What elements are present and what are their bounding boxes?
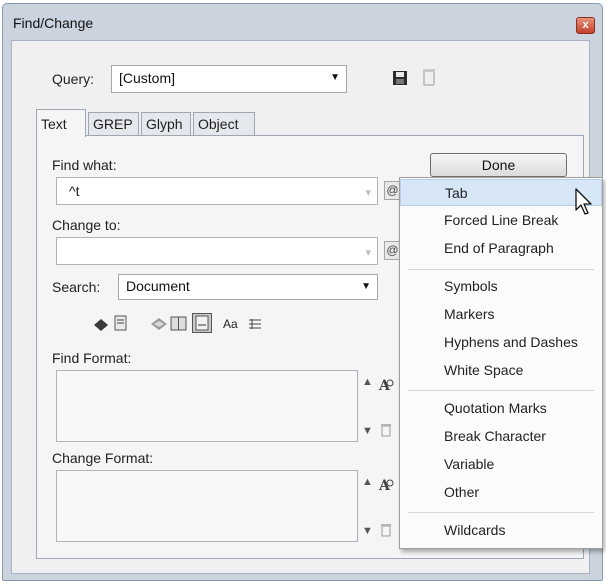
- include-footnotes-icon[interactable]: [192, 313, 212, 333]
- menu-item-hyphens-and-dashes[interactable]: Hyphens and Dashes: [400, 329, 602, 356]
- include-master-pages-icon[interactable]: [170, 315, 187, 332]
- specify-change-format-icon[interactable]: A: [378, 477, 394, 493]
- done-button[interactable]: Done: [430, 153, 567, 177]
- chevron-down-icon: ▼: [361, 281, 371, 292]
- search-scope-value: Document: [126, 278, 190, 294]
- include-hidden-layers-icon[interactable]: [150, 316, 168, 332]
- delete-query-icon[interactable]: [422, 68, 436, 87]
- tab-object[interactable]: Object: [193, 112, 255, 136]
- query-value: [Custom]: [119, 70, 176, 86]
- find-what-label: Find what:: [52, 157, 117, 173]
- change-format-label: Change Format:: [52, 450, 154, 466]
- whole-word-icon[interactable]: [248, 317, 262, 331]
- menu-item-wildcards[interactable]: Wildcards: [400, 517, 602, 544]
- query-dropdown[interactable]: [Custom] ▼: [111, 65, 347, 93]
- menu-item-other[interactable]: Other: [400, 479, 602, 506]
- chevron-down-icon: ▾: [365, 247, 371, 259]
- find-format-box[interactable]: [56, 370, 358, 442]
- clear-change-format-icon[interactable]: [380, 523, 392, 537]
- search-label: Search:: [52, 279, 101, 295]
- menu-item-tab[interactable]: Tab: [400, 179, 602, 206]
- menu-item-quotation-marks[interactable]: Quotation Marks: [400, 395, 602, 422]
- menu-separator: [408, 269, 594, 270]
- chevron-down-icon: ▾: [365, 187, 371, 199]
- case-sensitive-toggle[interactable]: Aa: [223, 317, 238, 331]
- menu-item-end-of-paragraph[interactable]: End of Paragraph: [400, 235, 602, 262]
- include-locked-stories-icon[interactable]: [113, 315, 129, 332]
- find-what-value: ^t: [69, 183, 80, 199]
- find-what-field[interactable]: ^t ▾: [56, 177, 378, 205]
- title-bar[interactable]: Find/Change x: [3, 4, 602, 40]
- menu-item-markers[interactable]: Markers: [400, 301, 602, 328]
- menu-item-white-space[interactable]: White Space: [400, 357, 602, 384]
- clear-find-format-icon[interactable]: [380, 423, 392, 437]
- change-to-label: Change to:: [52, 217, 121, 233]
- mouse-pointer-icon: [575, 188, 592, 215]
- query-label: Query:: [52, 71, 95, 87]
- close-button[interactable]: x: [576, 17, 595, 34]
- menu-item-symbols[interactable]: Symbols: [400, 273, 602, 300]
- include-locked-layers-icon[interactable]: [92, 316, 110, 332]
- scroll-down-icon[interactable]: ▼: [362, 525, 373, 537]
- scroll-up-icon[interactable]: ▲: [362, 376, 373, 388]
- menu-item-break-character[interactable]: Break Character: [400, 423, 602, 450]
- specify-find-format-icon[interactable]: A: [378, 377, 394, 393]
- tab-glyph[interactable]: Glyph: [141, 112, 191, 136]
- change-to-field[interactable]: ▾: [56, 237, 378, 265]
- chevron-down-icon: ▼: [330, 72, 340, 83]
- dialog-title: Find/Change: [13, 15, 94, 31]
- change-format-box[interactable]: [56, 470, 358, 542]
- find-format-label: Find Format:: [52, 350, 132, 366]
- special-characters-menu: Tab Forced Line Break End of Paragraph S…: [399, 177, 603, 549]
- menu-item-variable[interactable]: Variable: [400, 451, 602, 478]
- menu-separator: [408, 390, 594, 391]
- menu-item-forced-line-break[interactable]: Forced Line Break: [400, 207, 602, 234]
- tab-text[interactable]: Text: [36, 109, 86, 137]
- scroll-down-icon[interactable]: ▼: [362, 425, 373, 437]
- save-query-icon[interactable]: [392, 69, 408, 87]
- scroll-up-icon[interactable]: ▲: [362, 476, 373, 488]
- tab-grep[interactable]: GREP: [88, 112, 139, 136]
- menu-separator: [408, 512, 594, 513]
- search-scope-dropdown[interactable]: Document ▼: [118, 274, 378, 300]
